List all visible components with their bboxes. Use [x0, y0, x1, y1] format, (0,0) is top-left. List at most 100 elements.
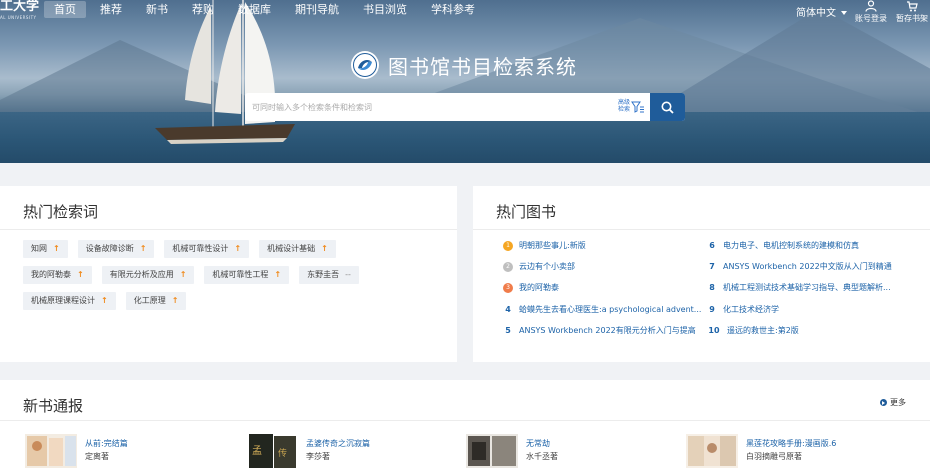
keyword-label: 我的阿勒泰	[31, 270, 71, 279]
hot-book-title: ANSYS Workbench 2022中文版从入门到精通	[723, 262, 892, 271]
keyword-tag[interactable]: 机械设计基础 ↑	[259, 240, 336, 258]
rank-number: 5	[505, 326, 511, 335]
keyword-tag[interactable]: 设备故障诊断 ↑	[77, 240, 155, 258]
trend-up-icon: ↑	[171, 296, 179, 305]
search-bar: 高级 检索	[245, 93, 685, 121]
trend-up-icon: ↑	[321, 244, 328, 253]
new-book-author: 李莎著	[306, 452, 330, 461]
hot-book-item[interactable]: 3 我的阿勒泰	[503, 281, 559, 295]
panel-divider	[0, 420, 930, 421]
svg-text:传: 传	[278, 447, 287, 459]
rank-number: 8	[709, 283, 715, 292]
hot-book-title: 我的阿勒泰	[519, 283, 559, 292]
temp-shelf-button[interactable]: 暂存书架	[892, 0, 930, 24]
trend-up-icon: ↑	[53, 244, 60, 253]
hot-book-title: 遥远的救世主:第2版	[727, 326, 799, 335]
new-book-author: 水千丞著	[526, 452, 558, 461]
hero-banner	[0, 0, 930, 163]
new-book-title[interactable]: 无常劫	[526, 438, 550, 449]
new-books-panel: 新书通报 更多 从前:完结篇 定离著 孟 传 孟婆传奇之沉寂篇 李莎著 无常劫 …	[0, 380, 930, 468]
hot-book-title: 云边有个小卖部	[519, 262, 575, 271]
rank-number: 7	[709, 262, 715, 271]
trend-up-icon: ↑	[77, 270, 84, 279]
keyword-tag[interactable]: 知网 ↑	[23, 240, 68, 258]
nav-home[interactable]: 首页	[44, 0, 86, 18]
hot-book-item[interactable]: 4 蛤蟆先生去看心理医生:a psychological advent...	[503, 303, 701, 317]
nav-new-books[interactable]: 新书	[136, 1, 178, 18]
new-book-title[interactable]: 从前:完结篇	[85, 438, 128, 449]
keyword-label: 化工原理	[133, 296, 166, 305]
advanced-search-link[interactable]: 高级 检索	[617, 99, 631, 113]
book-cover-image[interactable]	[686, 434, 738, 468]
search-input[interactable]	[245, 93, 605, 121]
more-link[interactable]: 更多	[880, 397, 906, 408]
keyword-tag[interactable]: 机械原理课程设计 ↑	[23, 292, 116, 310]
trend-up-icon: ↑	[101, 296, 108, 305]
rank-number: 6	[709, 241, 715, 250]
book-cover-image[interactable]	[25, 434, 77, 468]
hot-book-item[interactable]: 7 ANSYS Workbench 2022中文版从入门到精通	[707, 260, 892, 274]
hot-book-item[interactable]: 8 机械工程测试技术基础学习指导、典型题解析...	[707, 281, 890, 295]
hot-book-title: ANSYS Workbench 2022有限元分析入门与提高	[519, 326, 696, 335]
nav-recommend[interactable]: 推荐	[90, 1, 132, 18]
hot-book-title: 化工技术经济学	[723, 305, 779, 314]
new-book-title[interactable]: 孟婆传奇之沉寂篇	[306, 438, 370, 449]
page-title-area: 图书馆书目检索系统	[350, 50, 577, 80]
hot-book-item[interactable]: 9 化工技术经济学	[707, 303, 779, 317]
page-title: 图书馆书目检索系统	[388, 54, 577, 79]
nav-purchase-request[interactable]: 荐购	[182, 1, 224, 18]
filter-icon[interactable]	[631, 100, 645, 114]
keyword-tag[interactable]: 机械可靠性工程 ↑	[204, 266, 290, 284]
user-icon	[865, 0, 877, 12]
advanced-search-label-1: 高级	[617, 99, 630, 106]
nav-subject-reference[interactable]: 学科参考	[421, 1, 485, 18]
hot-keywords-title: 热门检索词	[23, 203, 99, 221]
library-emblem-icon	[351, 51, 379, 79]
new-books-title: 新书通报	[23, 397, 84, 415]
search-button[interactable]	[650, 93, 685, 121]
rank-badge: 1	[503, 241, 513, 251]
new-book-title[interactable]: 黑莲花攻略手册:漫画版.6	[746, 438, 836, 449]
hot-book-item[interactable]: 10 遥远的救世主:第2版	[707, 324, 799, 338]
keyword-label: 机械可靠性工程	[212, 270, 269, 279]
trend-up-icon: ↑	[139, 244, 147, 253]
hot-books-panel: 热门图书 1 明朝那些事儿:新版 2 云边有个小卖部 3 我的阿勒泰 4 蛤蟆先生去看心…	[473, 186, 930, 362]
book-cover-image[interactable]: 孟 传	[246, 434, 298, 468]
advanced-search-label-2: 检索	[617, 106, 630, 113]
language-select[interactable]: 简体中文	[796, 4, 847, 19]
book-cover-image[interactable]	[466, 434, 518, 468]
cart-icon	[907, 1, 918, 12]
rank-badge: 3	[503, 283, 513, 293]
hot-book-item[interactable]: 5 ANSYS Workbench 2022有限元分析入门与提高	[503, 324, 696, 338]
nav-database[interactable]: 数据库	[228, 1, 281, 18]
chevron-down-icon	[841, 11, 847, 15]
trend-flat-icon: --	[345, 270, 351, 279]
keyword-tag[interactable]: 东野圭吾 --	[299, 266, 359, 284]
keyword-tag[interactable]: 化工原理 ↑	[125, 292, 187, 310]
nav-catalog-browse[interactable]: 书目浏览	[353, 1, 417, 18]
keyword-row: 知网 ↑ 设备故障诊断 ↑ 机械可靠性设计 ↑ 机械设计基础 ↑	[23, 240, 443, 258]
hot-book-item[interactable]: 2 云边有个小卖部	[503, 260, 575, 274]
hot-book-item[interactable]: 6 电力电子、电机控制系统的建模和仿真	[707, 239, 859, 253]
hot-keywords-list: 知网 ↑ 设备故障诊断 ↑ 机械可靠性设计 ↑ 机械设计基础 ↑ 我的阿勒泰 ↑ 有限元分…	[23, 240, 443, 318]
keyword-tag[interactable]: 我的阿勒泰 ↑	[23, 266, 92, 284]
keyword-label: 机械可靠性设计	[172, 244, 229, 253]
hot-book-title: 明朝那些事儿:新版	[519, 241, 586, 250]
keyword-tag[interactable]: 机械可靠性设计 ↑	[164, 240, 250, 258]
main-nav: 首页 推荐 新书 荐购 数据库 期刊导航 书目浏览 学科参考	[44, 0, 489, 18]
hot-book-title: 电力电子、电机控制系统的建模和仿真	[723, 241, 859, 250]
search-icon	[661, 101, 674, 114]
svg-text:孟: 孟	[252, 445, 262, 457]
keyword-label: 知网	[31, 244, 47, 253]
account-login-label: 账号登录	[855, 14, 887, 23]
arrow-right-icon	[880, 399, 887, 406]
trend-up-icon: ↑	[274, 270, 282, 279]
account-login-button[interactable]: 账号登录	[851, 0, 891, 24]
keyword-label: 机械设计基础	[267, 244, 316, 253]
keyword-tag[interactable]: 有限元分析及应用 ↑	[101, 266, 195, 284]
top-bar: 工大学 AL UNIVERSITY 首页 推荐 新书 荐购 数据库 期刊导航 书…	[0, 0, 930, 24]
panel-divider	[473, 229, 930, 230]
university-logo[interactable]: 工大学	[0, 0, 39, 14]
hot-book-item[interactable]: 1 明朝那些事儿:新版	[503, 239, 586, 253]
nav-journal-guide[interactable]: 期刊导航	[285, 1, 349, 18]
